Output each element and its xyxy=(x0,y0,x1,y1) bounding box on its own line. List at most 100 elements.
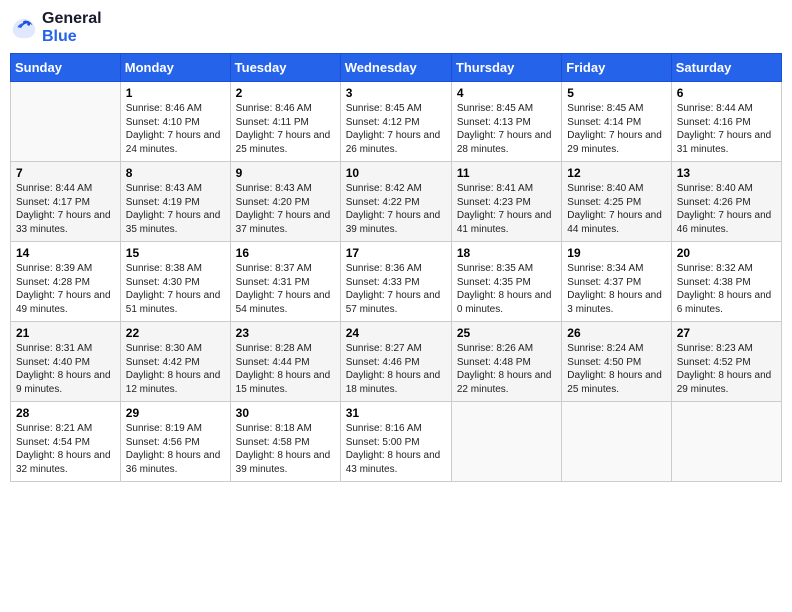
day-info: Sunrise: 8:44 AMSunset: 4:17 PMDaylight:… xyxy=(16,182,115,236)
calendar-cell: 27 Sunrise: 8:23 AMSunset: 4:52 PMDayligh… xyxy=(671,322,781,402)
calendar-week-row: 28 Sunrise: 8:21 AMSunset: 4:54 PMDayligh… xyxy=(11,402,782,482)
logo: General Blue xyxy=(10,10,102,45)
day-number: 12 xyxy=(567,166,665,180)
day-number: 4 xyxy=(457,86,556,100)
day-info: Sunrise: 8:42 AMSunset: 4:22 PMDaylight:… xyxy=(346,182,446,236)
calendar-cell: 26 Sunrise: 8:24 AMSunset: 4:50 PMDayligh… xyxy=(562,322,671,402)
weekday-header-wednesday: Wednesday xyxy=(340,54,451,82)
day-info: Sunrise: 8:45 AMSunset: 4:12 PMDaylight:… xyxy=(346,102,446,156)
day-number: 14 xyxy=(16,246,115,260)
day-number: 20 xyxy=(677,246,776,260)
day-info: Sunrise: 8:41 AMSunset: 4:23 PMDaylight:… xyxy=(457,182,556,236)
day-number: 23 xyxy=(236,326,335,340)
calendar-cell xyxy=(671,402,781,482)
weekday-header-friday: Friday xyxy=(562,54,671,82)
day-number: 26 xyxy=(567,326,665,340)
day-info: Sunrise: 8:40 AMSunset: 4:26 PMDaylight:… xyxy=(677,182,776,236)
day-number: 1 xyxy=(126,86,225,100)
day-info: Sunrise: 8:27 AMSunset: 4:46 PMDaylight:… xyxy=(346,342,446,396)
logo-blue: Blue xyxy=(42,28,102,46)
logo-text: General Blue xyxy=(42,10,102,45)
day-number: 13 xyxy=(677,166,776,180)
day-number: 22 xyxy=(126,326,225,340)
calendar-cell: 5 Sunrise: 8:45 AMSunset: 4:14 PMDaylight… xyxy=(562,82,671,162)
day-number: 19 xyxy=(567,246,665,260)
calendar-cell: 30 Sunrise: 8:18 AMSunset: 4:58 PMDayligh… xyxy=(230,402,340,482)
day-number: 3 xyxy=(346,86,446,100)
calendar-cell: 28 Sunrise: 8:21 AMSunset: 4:54 PMDayligh… xyxy=(11,402,121,482)
calendar-cell: 2Sunrise: 8:46 AMSunset: 4:11 PMDaylight… xyxy=(230,82,340,162)
day-number: 30 xyxy=(236,406,335,420)
weekday-header-monday: Monday xyxy=(120,54,230,82)
day-number: 24 xyxy=(346,326,446,340)
day-number: 11 xyxy=(457,166,556,180)
day-info: Sunrise: 8:26 AMSunset: 4:48 PMDaylight:… xyxy=(457,342,556,396)
calendar-cell: 31Sunrise: 8:16 AMSunset: 5:00 PMDayligh… xyxy=(340,402,451,482)
day-number: 21 xyxy=(16,326,115,340)
weekday-header-sunday: Sunday xyxy=(11,54,121,82)
weekday-header-saturday: Saturday xyxy=(671,54,781,82)
page-header: General Blue xyxy=(10,10,782,45)
calendar-cell: 18Sunrise: 8:35 AMSunset: 4:35 PMDayligh… xyxy=(451,242,561,322)
day-info: Sunrise: 8:31 AMSunset: 4:40 PMDaylight:… xyxy=(16,342,115,396)
logo-icon xyxy=(10,14,38,42)
day-info: Sunrise: 8:21 AMSunset: 4:54 PMDaylight:… xyxy=(16,422,115,476)
calendar-week-row: 21 Sunrise: 8:31 AMSunset: 4:40 PMDayligh… xyxy=(11,322,782,402)
calendar-week-row: 14 Sunrise: 8:39 AMSunset: 4:28 PMDayligh… xyxy=(11,242,782,322)
calendar-cell: 25 Sunrise: 8:26 AMSunset: 4:48 PMDayligh… xyxy=(451,322,561,402)
day-info: Sunrise: 8:36 AMSunset: 4:33 PMDaylight:… xyxy=(346,262,446,316)
day-info: Sunrise: 8:19 AMSunset: 4:56 PMDaylight:… xyxy=(126,422,225,476)
day-info: Sunrise: 8:35 AMSunset: 4:35 PMDaylight:… xyxy=(457,262,556,316)
calendar-cell: 20 Sunrise: 8:32 AMSunset: 4:38 PMDayligh… xyxy=(671,242,781,322)
calendar-cell: 3 Sunrise: 8:45 AMSunset: 4:12 PMDaylight… xyxy=(340,82,451,162)
day-info: Sunrise: 8:18 AMSunset: 4:58 PMDaylight:… xyxy=(236,422,335,476)
calendar-cell: 21 Sunrise: 8:31 AMSunset: 4:40 PMDayligh… xyxy=(11,322,121,402)
day-info: Sunrise: 8:44 AMSunset: 4:16 PMDaylight:… xyxy=(677,102,776,156)
day-info: Sunrise: 8:37 AMSunset: 4:31 PMDaylight:… xyxy=(236,262,335,316)
day-info: Sunrise: 8:28 AMSunset: 4:44 PMDaylight:… xyxy=(236,342,335,396)
day-info: Sunrise: 8:24 AMSunset: 4:50 PMDaylight:… xyxy=(567,342,665,396)
day-info: Sunrise: 8:32 AMSunset: 4:38 PMDaylight:… xyxy=(677,262,776,316)
calendar-header-row: SundayMondayTuesdayWednesdayThursdayFrid… xyxy=(11,54,782,82)
day-number: 27 xyxy=(677,326,776,340)
day-info: Sunrise: 8:46 AMSunset: 4:11 PMDaylight:… xyxy=(236,102,335,156)
day-number: 25 xyxy=(457,326,556,340)
calendar-cell: 13 Sunrise: 8:40 AMSunset: 4:26 PMDayligh… xyxy=(671,162,781,242)
weekday-header-thursday: Thursday xyxy=(451,54,561,82)
calendar-cell: 7 Sunrise: 8:44 AMSunset: 4:17 PMDaylight… xyxy=(11,162,121,242)
calendar-cell: 19 Sunrise: 8:34 AMSunset: 4:37 PMDayligh… xyxy=(562,242,671,322)
day-number: 9 xyxy=(236,166,335,180)
day-info: Sunrise: 8:40 AMSunset: 4:25 PMDaylight:… xyxy=(567,182,665,236)
day-info: Sunrise: 8:39 AMSunset: 4:28 PMDaylight:… xyxy=(16,262,115,316)
calendar-week-row: 7 Sunrise: 8:44 AMSunset: 4:17 PMDaylight… xyxy=(11,162,782,242)
calendar-cell: 1 Sunrise: 8:46 AMSunset: 4:10 PMDaylight… xyxy=(120,82,230,162)
calendar-table: SundayMondayTuesdayWednesdayThursdayFrid… xyxy=(10,53,782,482)
calendar-cell: 24 Sunrise: 8:27 AMSunset: 4:46 PMDayligh… xyxy=(340,322,451,402)
calendar-cell: 22 Sunrise: 8:30 AMSunset: 4:42 PMDayligh… xyxy=(120,322,230,402)
calendar-cell: 4Sunrise: 8:45 AMSunset: 4:13 PMDaylight… xyxy=(451,82,561,162)
day-number: 6 xyxy=(677,86,776,100)
day-info: Sunrise: 8:16 AMSunset: 5:00 PMDaylight:… xyxy=(346,422,446,476)
day-info: Sunrise: 8:46 AMSunset: 4:10 PMDaylight:… xyxy=(126,102,225,156)
calendar-cell: 9Sunrise: 8:43 AMSunset: 4:20 PMDaylight… xyxy=(230,162,340,242)
day-number: 7 xyxy=(16,166,115,180)
day-info: Sunrise: 8:23 AMSunset: 4:52 PMDaylight:… xyxy=(677,342,776,396)
calendar-cell: 8 Sunrise: 8:43 AMSunset: 4:19 PMDaylight… xyxy=(120,162,230,242)
calendar-cell: 17Sunrise: 8:36 AMSunset: 4:33 PMDayligh… xyxy=(340,242,451,322)
day-number: 16 xyxy=(236,246,335,260)
logo-general: General xyxy=(42,10,102,28)
calendar-cell: 6 Sunrise: 8:44 AMSunset: 4:16 PMDaylight… xyxy=(671,82,781,162)
calendar-cell: 14 Sunrise: 8:39 AMSunset: 4:28 PMDayligh… xyxy=(11,242,121,322)
day-info: Sunrise: 8:45 AMSunset: 4:14 PMDaylight:… xyxy=(567,102,665,156)
day-info: Sunrise: 8:43 AMSunset: 4:19 PMDaylight:… xyxy=(126,182,225,236)
day-number: 8 xyxy=(126,166,225,180)
day-info: Sunrise: 8:30 AMSunset: 4:42 PMDaylight:… xyxy=(126,342,225,396)
day-info: Sunrise: 8:38 AMSunset: 4:30 PMDaylight:… xyxy=(126,262,225,316)
day-number: 5 xyxy=(567,86,665,100)
day-number: 29 xyxy=(126,406,225,420)
calendar-cell: 29 Sunrise: 8:19 AMSunset: 4:56 PMDayligh… xyxy=(120,402,230,482)
day-info: Sunrise: 8:34 AMSunset: 4:37 PMDaylight:… xyxy=(567,262,665,316)
calendar-cell xyxy=(11,82,121,162)
calendar-cell xyxy=(451,402,561,482)
day-number: 28 xyxy=(16,406,115,420)
